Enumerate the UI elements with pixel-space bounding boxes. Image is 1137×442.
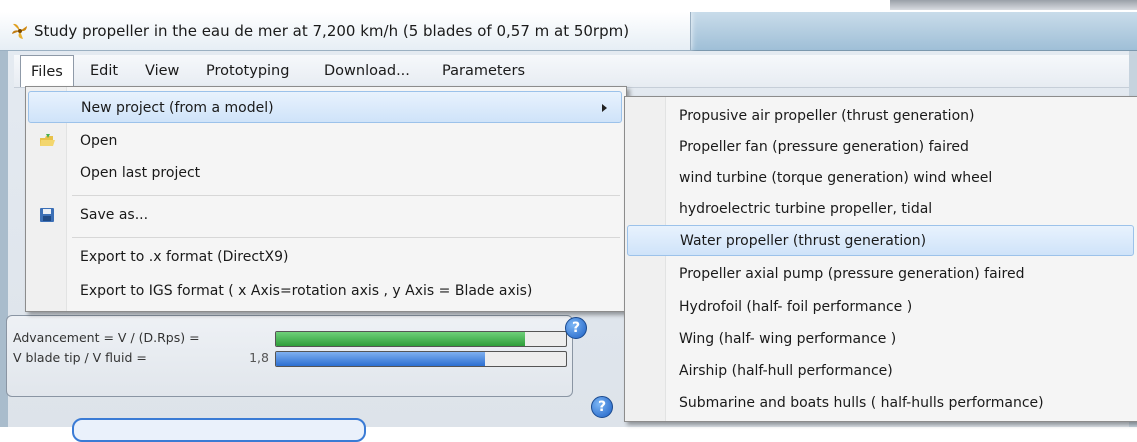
submenu-item-label: Hydrofoil (half- foil performance ) bbox=[679, 299, 913, 315]
submenu-item-label: Airship (half-hull performance) bbox=[679, 363, 893, 379]
new-project-submenu: Propusive air propeller (thrust generati… bbox=[624, 96, 1137, 422]
menu-separator bbox=[72, 237, 620, 238]
submenu-item-air-propeller[interactable]: Propusive air propeller (thrust generati… bbox=[627, 101, 1134, 132]
submenu-item-label: Submarine and boats hulls ( half-hulls p… bbox=[679, 395, 1044, 411]
submenu-item-label: Propeller fan (pressure generation) fair… bbox=[679, 139, 969, 155]
open-folder-icon bbox=[40, 134, 55, 146]
submenu-item-propeller-fan[interactable]: Propeller fan (pressure generation) fair… bbox=[627, 132, 1134, 163]
menu-item-label: Open last project bbox=[80, 165, 201, 181]
menu-item-export-x[interactable]: Export to .x format (DirectX9) bbox=[28, 241, 622, 273]
parameters-panel: Advancement = V / (D.Rps) = V blade tip … bbox=[6, 315, 573, 397]
menu-separator bbox=[72, 195, 620, 196]
submenu-item-label: hydroelectric turbine propeller, tidal bbox=[679, 201, 933, 217]
menu-prototyping[interactable]: Prototyping bbox=[196, 55, 299, 87]
menu-item-export-igs[interactable]: Export to IGS format ( x Axis=rotation a… bbox=[28, 275, 622, 307]
help-icon-lower[interactable]: ? bbox=[591, 396, 613, 418]
app-title-area: Study propeller in the eau de mer at 7,2… bbox=[0, 12, 691, 51]
blade-tip-label: V blade tip / V fluid = bbox=[13, 350, 147, 365]
submenu-item-wind-turbine[interactable]: wind turbine (torque generation) wind wh… bbox=[627, 163, 1134, 194]
submenu-item-airship[interactable]: Airship (half-hull performance) bbox=[627, 356, 1134, 387]
menu-item-open[interactable]: Open bbox=[28, 125, 622, 157]
menu-item-label: Save as... bbox=[80, 207, 149, 223]
submenu-item-wing[interactable]: Wing (half- wing performance ) bbox=[627, 324, 1134, 355]
blade-tip-bar bbox=[275, 351, 567, 367]
floppy-disk-icon bbox=[40, 208, 54, 222]
menu-bar: Files Edit View Prototyping Download... … bbox=[14, 55, 1129, 88]
blade-tip-bar-fill bbox=[276, 352, 485, 366]
menu-item-save-as[interactable]: Save as... bbox=[28, 199, 622, 231]
menu-item-label: Export to .x format (DirectX9) bbox=[80, 249, 289, 265]
menu-item-label: Open bbox=[80, 133, 118, 149]
menu-item-new-project[interactable]: New project (from a model) bbox=[28, 91, 622, 123]
propeller-app-icon bbox=[12, 23, 27, 39]
submenu-item-submarine-hulls[interactable]: Submarine and boats hulls ( half-hulls p… bbox=[627, 388, 1134, 419]
window-titlebar[interactable]: Study propeller in the eau de mer at 7,2… bbox=[0, 12, 1137, 51]
help-icon[interactable]: ? bbox=[565, 317, 587, 339]
menu-item-open-last[interactable]: Open last project bbox=[28, 157, 622, 189]
submenu-arrow-icon bbox=[602, 104, 607, 112]
files-dropdown-menu: New project (from a model) Open Open las… bbox=[25, 86, 627, 312]
blade-tip-value: 1,8 bbox=[249, 350, 269, 365]
submenu-item-label: wind turbine (torque generation) wind wh… bbox=[679, 170, 993, 186]
advancement-label: Advancement = V / (D.Rps) = bbox=[13, 330, 200, 345]
submenu-item-label: Wing (half- wing performance ) bbox=[679, 331, 897, 347]
menu-view[interactable]: View bbox=[135, 55, 189, 87]
submenu-item-axial-pump[interactable]: Propeller axial pump (pressure generatio… bbox=[627, 259, 1134, 290]
menu-edit[interactable]: Edit bbox=[80, 55, 128, 87]
menu-item-label: Export to IGS format ( x Axis=rotation a… bbox=[80, 283, 533, 299]
submenu-item-hydroelectric[interactable]: hydroelectric turbine propeller, tidal bbox=[627, 194, 1134, 225]
advancement-bar-fill bbox=[276, 332, 526, 346]
bottom-button-pill[interactable] bbox=[72, 418, 366, 442]
banner-dark-area bbox=[890, 0, 1137, 10]
submenu-item-label: Propusive air propeller (thrust generati… bbox=[679, 108, 975, 124]
window-title: Study propeller in the eau de mer at 7,2… bbox=[34, 22, 630, 40]
submenu-item-label: Propeller axial pump (pressure generatio… bbox=[679, 266, 1025, 282]
menu-item-label: New project (from a model) bbox=[81, 100, 274, 116]
submenu-item-water-propeller[interactable]: Water propeller (thrust generation) bbox=[627, 225, 1134, 256]
menu-parameters[interactable]: Parameters bbox=[432, 55, 535, 87]
advancement-bar bbox=[275, 331, 567, 347]
menu-files[interactable]: Files bbox=[20, 55, 74, 87]
menu-download[interactable]: Download... bbox=[314, 55, 420, 87]
submenu-item-hydrofoil[interactable]: Hydrofoil (half- foil performance ) bbox=[627, 292, 1134, 323]
submenu-item-label: Water propeller (thrust generation) bbox=[680, 233, 927, 249]
